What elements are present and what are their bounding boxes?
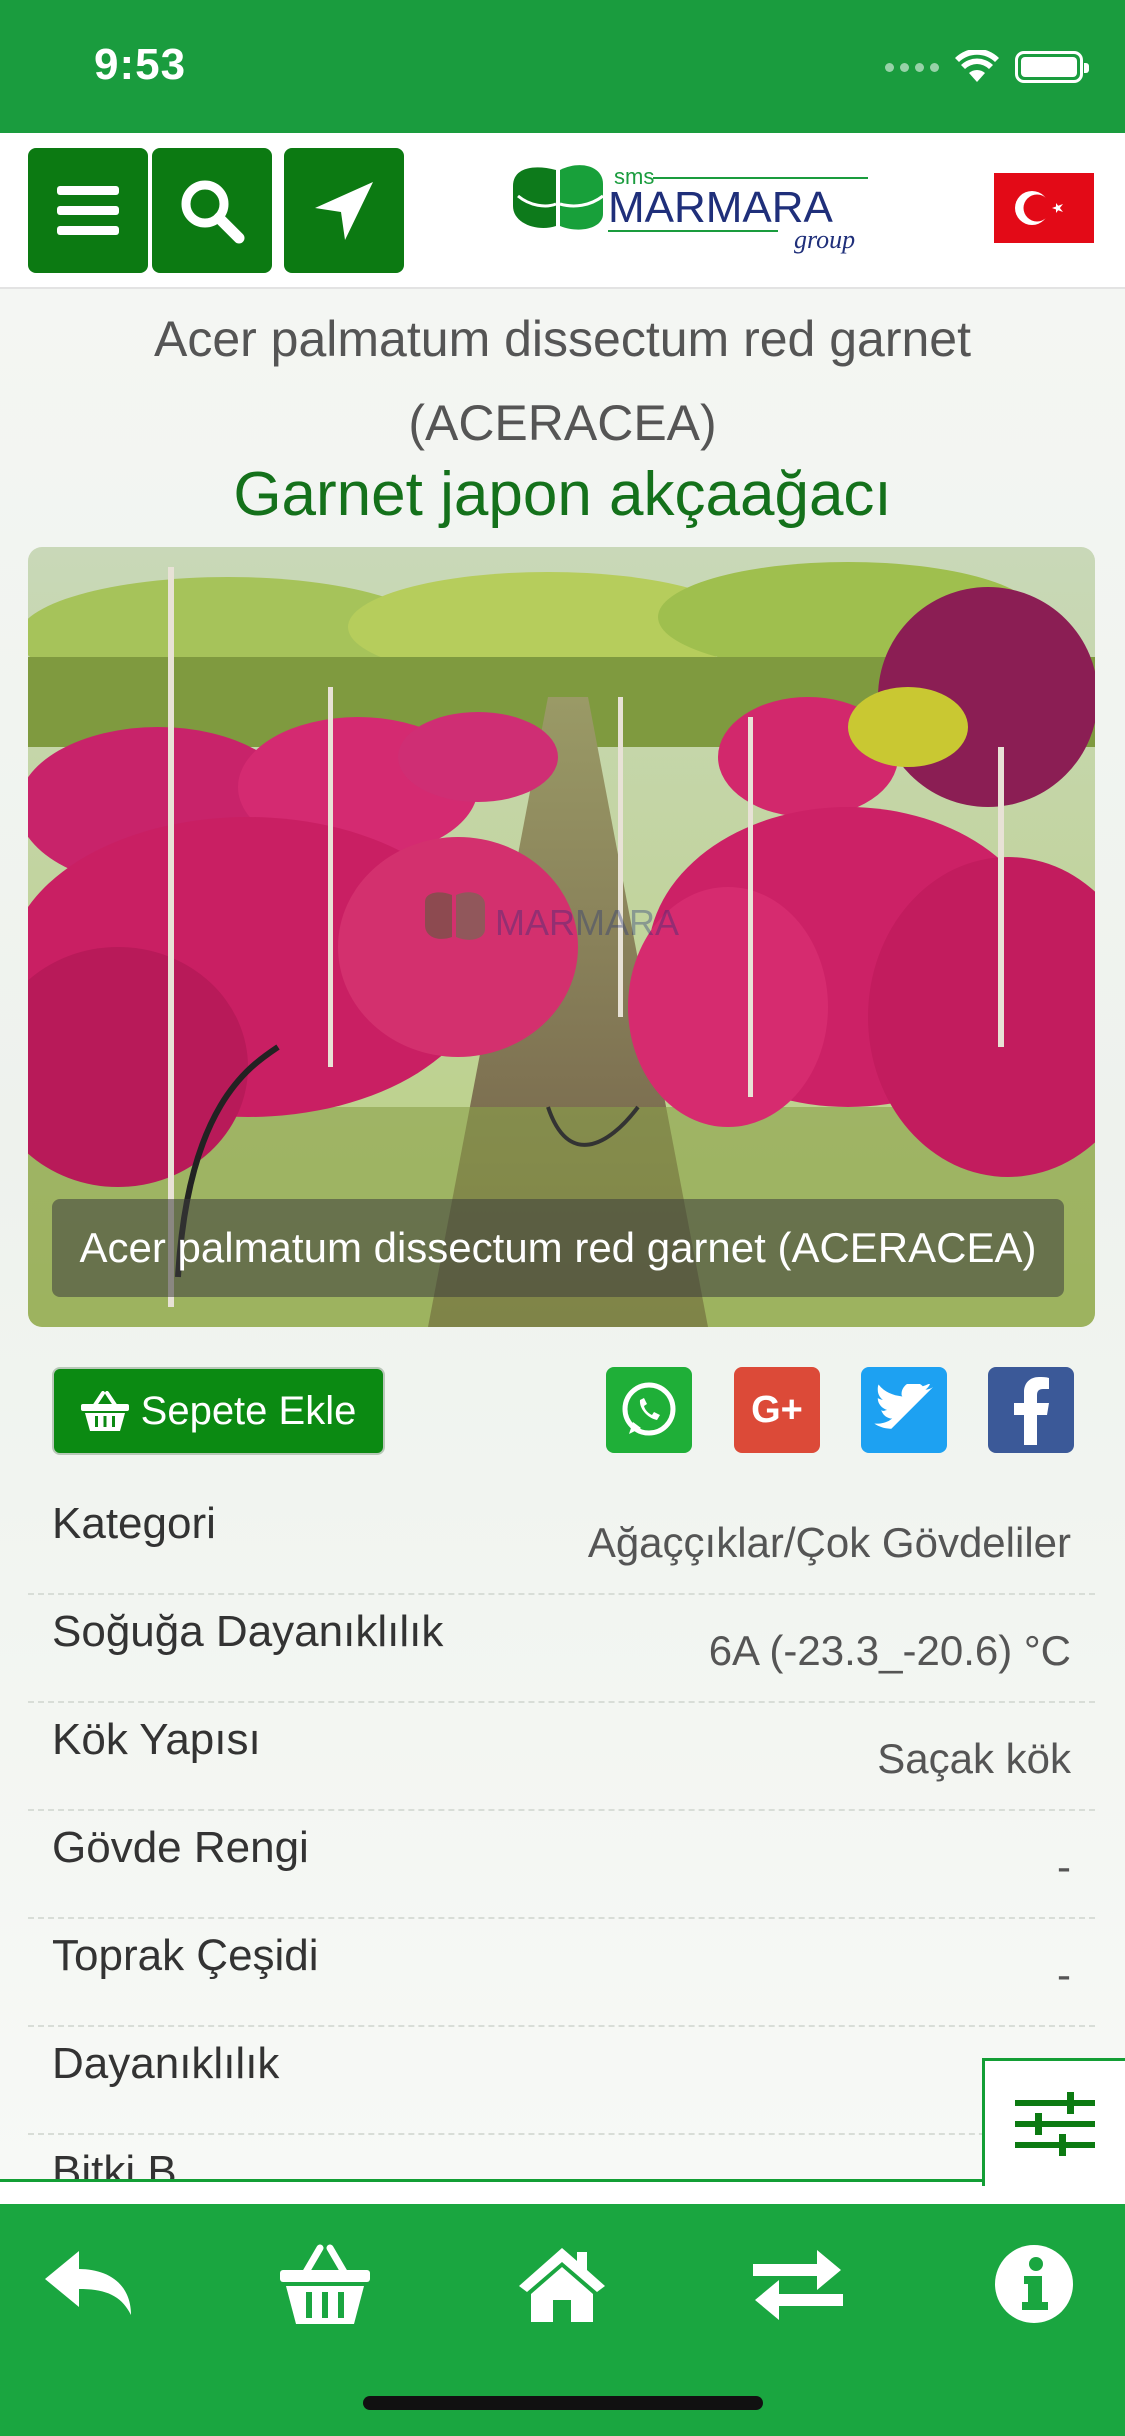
spec-label: Kategori bbox=[52, 1499, 216, 1548]
basket-icon bbox=[280, 2244, 370, 2324]
info-icon bbox=[995, 2245, 1073, 2323]
product-detail: Acer palmatum dissectum red garnet (ACER… bbox=[0, 289, 1125, 2181]
battery-icon bbox=[1015, 51, 1089, 83]
app-header: sms MARMARA group bbox=[0, 133, 1125, 289]
spec-label: Toprak Çeşidi bbox=[52, 1931, 319, 1980]
nav-back[interactable] bbox=[40, 2234, 140, 2334]
spec-value: Saçak kök bbox=[877, 1735, 1071, 1782]
spec-value: 6A (-23.3_-20.6) °C bbox=[708, 1627, 1071, 1674]
spec-value: - bbox=[1057, 1951, 1071, 1998]
spec-row: Soğuğa Dayanıklılık 6A (-23.3_-20.6) °C bbox=[28, 1595, 1095, 1703]
back-icon bbox=[45, 2251, 131, 2315]
wifi-icon bbox=[955, 50, 999, 82]
whatsapp-icon bbox=[622, 1382, 676, 1436]
status-bar: 9:53 bbox=[0, 0, 1125, 133]
google-plus-icon: G+ bbox=[751, 1388, 803, 1431]
spec-row: Kategori Ağaççıklar/Çok Gövdeliler bbox=[28, 1487, 1095, 1595]
location-button[interactable] bbox=[284, 148, 404, 273]
spec-row: Toprak Çeşidi - bbox=[28, 1919, 1095, 2027]
filter-button[interactable] bbox=[982, 2058, 1125, 2186]
spec-value: Ağaççıklar/Çok Gövdeliler bbox=[587, 1519, 1071, 1566]
spec-label: Bitki B bbox=[52, 2147, 177, 2181]
share-google-plus-button[interactable]: G+ bbox=[734, 1367, 820, 1453]
status-indicators bbox=[885, 50, 1089, 84]
nav-basket[interactable] bbox=[275, 2234, 375, 2334]
spec-row: Gövde Rengi - bbox=[28, 1811, 1095, 1919]
common-name: Garnet japon akçaağacı bbox=[233, 460, 892, 529]
home-indicator[interactable] bbox=[363, 2396, 763, 2410]
status-time: 9:53 bbox=[94, 40, 187, 89]
spec-row: Kök Yapısı Saçak kök bbox=[28, 1703, 1095, 1811]
spec-label: Dayanıklılık bbox=[52, 2039, 280, 2088]
spec-row: Dayanıklılık bbox=[28, 2027, 1095, 2135]
home-icon bbox=[519, 2248, 605, 2322]
twitter-icon bbox=[874, 1384, 934, 1429]
spec-label: Gövde Rengi bbox=[52, 1823, 309, 1872]
watermark-logo: MARMARA bbox=[425, 892, 679, 943]
share-twitter-button[interactable] bbox=[861, 1367, 947, 1453]
svg-text:group: group bbox=[794, 225, 855, 254]
add-to-cart-label: Sepete Ekle bbox=[140, 1388, 357, 1433]
nav-home[interactable] bbox=[512, 2234, 612, 2334]
language-flag-turkey[interactable] bbox=[994, 173, 1094, 243]
add-to-cart-button[interactable]: Sepete Ekle bbox=[52, 1367, 385, 1455]
spec-label: Soğuğa Dayanıklılık bbox=[52, 1607, 444, 1656]
svg-text:MARMARA: MARMARA bbox=[495, 902, 679, 943]
spec-label: Kök Yapısı bbox=[52, 1715, 261, 1764]
sliders-icon bbox=[1015, 2091, 1095, 2156]
hamburger-icon bbox=[57, 185, 119, 235]
share-facebook-button[interactable] bbox=[988, 1367, 1074, 1453]
menu-button[interactable] bbox=[28, 148, 148, 273]
photo-caption: Acer palmatum dissectum red garnet (ACER… bbox=[52, 1199, 1064, 1297]
nav-exchange[interactable] bbox=[748, 2234, 848, 2334]
basket-icon bbox=[80, 1391, 129, 1431]
search-button[interactable] bbox=[152, 148, 272, 273]
exchange-icon bbox=[753, 2250, 843, 2320]
share-whatsapp-button[interactable] bbox=[606, 1367, 692, 1453]
divider bbox=[0, 2179, 985, 2182]
facebook-icon bbox=[1014, 1377, 1049, 1445]
latin-name: Acer palmatum dissectum red garnet (ACER… bbox=[153, 311, 972, 451]
nav-info[interactable] bbox=[984, 2234, 1084, 2334]
location-arrow-icon bbox=[315, 181, 373, 240]
search-icon bbox=[181, 180, 245, 243]
spec-value: - bbox=[1057, 1843, 1071, 1890]
spec-list: Kategori Ağaççıklar/Çok Gövdeliler Soğuğ… bbox=[28, 1487, 1095, 2181]
logo[interactable]: sms MARMARA group bbox=[508, 156, 878, 261]
cellular-signal-icon bbox=[885, 62, 939, 72]
spec-row: Bitki B bbox=[28, 2135, 1095, 2181]
